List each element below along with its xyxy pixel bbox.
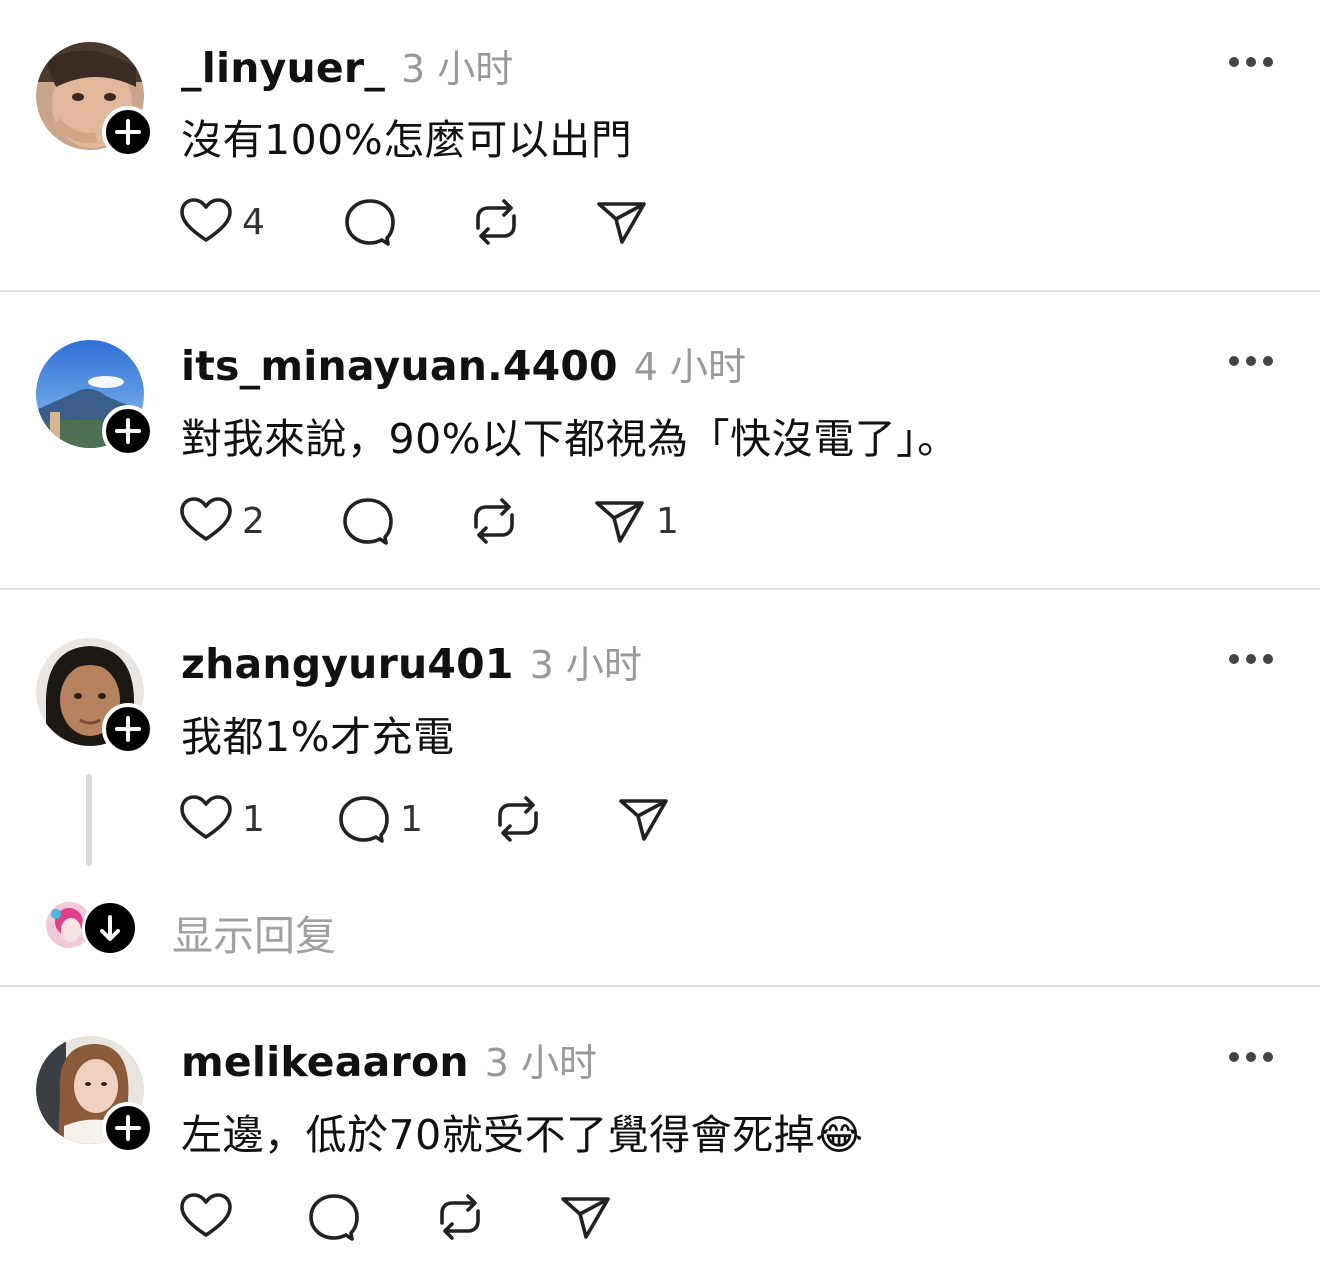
share-icon bbox=[619, 799, 668, 841]
more-icon[interactable] bbox=[1228, 353, 1274, 369]
like-button[interactable]: 1 bbox=[178, 791, 265, 847]
post-header: its_minayuan.4400 4 小时 bbox=[181, 336, 746, 390]
post-text: 左邊，低於70就受不了覺得會死掉😂 bbox=[181, 1111, 864, 1159]
share-count: 1 bbox=[656, 500, 679, 542]
share-button[interactable] bbox=[616, 791, 672, 847]
follow-button[interactable] bbox=[102, 703, 154, 755]
comment-button[interactable] bbox=[342, 194, 398, 250]
post-header: zhangyuru401 3 小时 bbox=[181, 634, 642, 688]
repost-button[interactable] bbox=[468, 194, 524, 250]
more-icon[interactable] bbox=[1228, 651, 1274, 667]
like-count: 1 bbox=[242, 798, 265, 840]
repost-icon bbox=[498, 796, 538, 842]
post-text: 我都1%才充電 bbox=[181, 713, 455, 761]
follow-plus-icon bbox=[115, 119, 141, 145]
timestamp: 3 小时 bbox=[401, 47, 514, 91]
divider bbox=[0, 290, 1320, 292]
comment-button[interactable]: 1 bbox=[336, 791, 423, 847]
comment-icon bbox=[343, 498, 393, 545]
share-icon bbox=[597, 202, 646, 244]
more-icon[interactable] bbox=[1228, 54, 1274, 70]
username[interactable]: its_minayuan.4400 bbox=[181, 342, 618, 390]
follow-button[interactable] bbox=[102, 1102, 154, 1154]
follow-plus-icon bbox=[115, 418, 141, 444]
post-header: melikeaaron 3 小时 bbox=[181, 1032, 597, 1086]
more-icon[interactable] bbox=[1228, 1049, 1274, 1065]
show-replies-row[interactable]: 显示回复 bbox=[46, 900, 366, 960]
share-button[interactable]: 1 bbox=[592, 493, 679, 549]
share-button[interactable] bbox=[594, 194, 650, 250]
follow-plus-icon bbox=[115, 716, 141, 742]
post-text: 對我來說，90%以下都視為「快沒電了」。 bbox=[181, 415, 959, 463]
share-icon bbox=[595, 501, 644, 543]
comment-button[interactable] bbox=[306, 1189, 362, 1245]
arrow-down-icon bbox=[100, 915, 120, 941]
post-header: _linyuer_ 3 小时 bbox=[181, 38, 513, 92]
like-button[interactable] bbox=[178, 1189, 234, 1245]
follow-button[interactable] bbox=[102, 106, 154, 158]
timestamp: 3 小时 bbox=[484, 1041, 597, 1085]
repost-icon bbox=[474, 498, 514, 544]
expand-replies-button[interactable] bbox=[82, 900, 138, 956]
repost-button[interactable] bbox=[490, 791, 546, 847]
comment-button[interactable] bbox=[340, 493, 396, 549]
heart-icon bbox=[180, 198, 232, 242]
post-text: 沒有100%怎麼可以出門 bbox=[181, 116, 633, 164]
follow-button[interactable] bbox=[102, 405, 154, 457]
repost-icon bbox=[440, 1194, 480, 1240]
timestamp: 3 小时 bbox=[529, 643, 642, 687]
share-button[interactable] bbox=[558, 1189, 614, 1245]
username[interactable]: melikeaaron bbox=[181, 1038, 469, 1086]
divider bbox=[0, 588, 1320, 590]
share-icon bbox=[561, 1197, 610, 1239]
follow-plus-icon bbox=[115, 1115, 141, 1141]
username[interactable]: _linyuer_ bbox=[181, 44, 385, 92]
like-count: 2 bbox=[242, 500, 265, 542]
like-button[interactable]: 4 bbox=[178, 194, 265, 250]
heart-icon bbox=[180, 1193, 232, 1237]
like-count: 4 bbox=[242, 201, 265, 243]
timestamp: 4 小时 bbox=[633, 345, 747, 389]
heart-icon bbox=[180, 795, 232, 839]
like-button[interactable]: 2 bbox=[178, 493, 265, 549]
comment-icon bbox=[309, 1194, 359, 1241]
comment-count: 1 bbox=[400, 798, 423, 840]
repost-icon bbox=[476, 199, 516, 245]
divider bbox=[0, 985, 1320, 987]
repost-button[interactable] bbox=[432, 1189, 488, 1245]
comment-icon bbox=[339, 796, 389, 843]
comment-icon bbox=[345, 199, 395, 246]
username[interactable]: zhangyuru401 bbox=[181, 640, 514, 688]
repost-button[interactable] bbox=[466, 493, 522, 549]
heart-icon bbox=[180, 497, 232, 541]
show-replies-link[interactable]: 显示回复 bbox=[172, 902, 336, 962]
thread-line bbox=[86, 774, 92, 866]
